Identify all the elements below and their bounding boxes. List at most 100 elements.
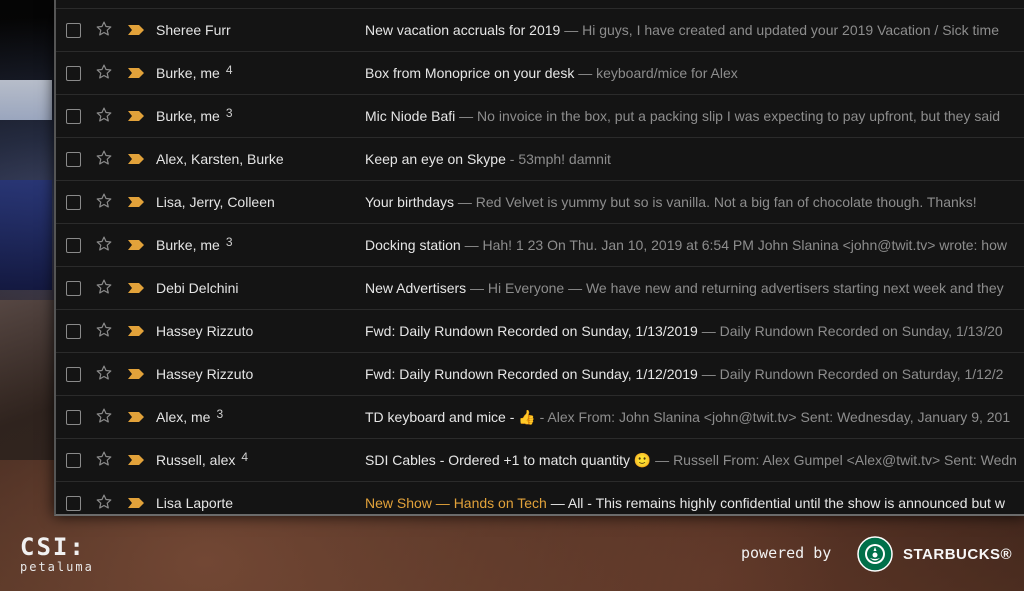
sender-name: Hassey Rizzuto (156, 323, 259, 339)
star-icon[interactable] (95, 407, 113, 425)
email-row[interactable]: Alex, Karsten, Burke Keep an eye on Skype… (56, 138, 1024, 181)
important-marker-icon[interactable] (127, 24, 145, 36)
important-marker-icon[interactable] (127, 110, 145, 122)
email-subject: TD keyboard and mice - 👍 (365, 408, 536, 425)
important-marker-icon[interactable] (127, 368, 145, 380)
email-row[interactable]: Sheree Furr New vacation accruals for 201… (56, 9, 1024, 52)
email-row[interactable]: Hassey Rizzuto Fwd: Daily Rundown Recorde… (56, 310, 1024, 353)
email-snippet: - Alex From: John Slanina <john@twit.tv>… (535, 408, 1011, 425)
email-snippet: — keyboard/mice for Alex (574, 65, 738, 81)
email-preview: Fwd: Daily Rundown Recorded on Sunday, 1… (365, 323, 1024, 339)
important-marker-icon[interactable] (127, 282, 145, 294)
sender-name: Alex, Karsten, Burke (156, 151, 290, 167)
email-preview: New Advertisers — Hi Everyone — We have … (365, 280, 1024, 296)
sender-text: Debi Delchini (156, 280, 239, 296)
email-preview: New vacation accruals for 2019 — Hi guys… (365, 22, 1024, 38)
email-row[interactable]: Burke, me 3 Docking station — Hah! 1 23 On… (56, 224, 1024, 267)
checkbox-icon[interactable] (66, 108, 81, 124)
email-row[interactable]: Alex, me 3 TD keyboard and mice - 👍 - Alex… (56, 396, 1024, 439)
background-desk-blur (0, 300, 60, 460)
email-preview: Fwd: Daily Rundown Recorded on Sunday, 1… (365, 366, 1024, 382)
checkbox-icon[interactable] (66, 151, 81, 167)
sender-name: Burke, me 4 (156, 63, 233, 81)
checkbox-icon[interactable] (66, 366, 81, 382)
email-preview: Box from Monoprice on your desk — keyboa… (365, 65, 1024, 81)
email-snippet: — Hi guys, I have created and updated yo… (560, 22, 999, 38)
star-icon[interactable] (95, 278, 113, 296)
sender-name: Russell, alex 4 (156, 450, 249, 468)
email-snippet: — Russell From: Alex Gumpel <Alex@twit.t… (651, 451, 1017, 468)
email-preview: Keep an eye on Skype - 53mph! damnit (365, 151, 1024, 167)
checkbox-icon[interactable] (66, 452, 81, 468)
csi-subtitle: petaluma (20, 560, 94, 574)
sender-text: Burke, me (156, 237, 220, 253)
csi-petaluma-logo: CSI: petaluma (20, 535, 94, 575)
important-marker-icon[interactable] (127, 454, 145, 466)
email-snippet: — Hi Everyone — We have new and returnin… (466, 280, 1004, 296)
email-subject: SDI Cables - Ordered +1 to match quantit… (365, 451, 652, 468)
email-subject: Fwd: Daily Rundown Recorded on Sunday, 1… (365, 323, 698, 339)
thread-count: 4 (241, 450, 249, 464)
email-row[interactable]: Lisa, Jerry, Colleen Your birthdays — Red… (56, 181, 1024, 224)
sender-name: Burke, me 3 (156, 106, 233, 124)
star-icon[interactable] (95, 450, 113, 468)
email-row[interactable]: Hassey Rizzuto Fwd: Daily Rundown Recorde… (56, 353, 1024, 396)
checkbox-icon[interactable] (66, 194, 81, 210)
star-icon[interactable] (95, 149, 113, 167)
email-subject: Keep an eye on Skype (365, 151, 506, 167)
thread-count: 3 (225, 106, 233, 120)
background-monitor-blur (0, 80, 52, 120)
checkbox-icon[interactable] (66, 323, 81, 339)
starbucks-logo-icon (857, 536, 893, 572)
important-marker-icon[interactable] (127, 67, 145, 79)
important-marker-icon[interactable] (127, 325, 145, 337)
sender-name: Lisa, Jerry, Colleen (156, 194, 281, 210)
important-marker-icon[interactable] (127, 411, 145, 423)
powered-by-text: powered by (741, 544, 832, 562)
email-row[interactable]: Burke, me 4 Box from Monoprice on your des… (56, 52, 1024, 95)
email-snippet: — Daily Rundown Recorded on Saturday, 1/… (697, 366, 1004, 382)
star-icon[interactable] (95, 364, 113, 382)
email-row[interactable]: Burke, me 3 Mic Niode Bafi — No invoice in… (56, 95, 1024, 138)
email-snippet: - 53mph! damnit (505, 151, 611, 167)
sender-text: Alex, Karsten, Burke (156, 151, 284, 167)
sender-text: Burke, me (156, 108, 220, 124)
email-snippet: — All - This remains highly confidential… (546, 495, 1005, 511)
star-icon[interactable] (95, 321, 113, 339)
important-marker-icon[interactable] (127, 239, 145, 251)
star-icon[interactable] (95, 106, 113, 124)
email-row[interactable]: Russell, alex 4 SDI Cables - Ordered +1 to… (56, 439, 1024, 482)
important-marker-icon[interactable] (127, 196, 145, 208)
email-subject: Fwd: Daily Rundown Recorded on Sunday, 1… (365, 366, 698, 382)
email-snippet: — Red Velvet is yummy but so is vanilla.… (453, 194, 977, 210)
checkbox-icon[interactable] (66, 65, 81, 81)
star-icon[interactable] (95, 20, 113, 38)
important-marker-icon[interactable] (127, 497, 145, 509)
checkbox-icon[interactable] (66, 495, 81, 511)
star-icon[interactable] (95, 63, 113, 81)
sender-name: Lisa Laporte (156, 495, 239, 511)
email-subject: Mic Niode Bafi (365, 108, 456, 124)
email-row[interactable]: Debi Delchini New Advertisers — Hi Everyo… (56, 267, 1024, 310)
sender-text: Russell, alex (156, 452, 236, 468)
star-icon[interactable] (95, 493, 113, 511)
thread-count: 3 (225, 235, 233, 249)
star-icon[interactable] (95, 235, 113, 253)
checkbox-icon[interactable] (66, 22, 81, 38)
email-snippet: — No invoice in the box, put a packing s… (455, 108, 1001, 124)
sender-text: Alex, me (156, 409, 211, 425)
checkbox-icon[interactable] (66, 280, 81, 296)
starbucks-wordmark: STARBUCKS® (903, 546, 1013, 563)
email-snippet: — Daily Rundown Recorded on Sunday, 1/13… (697, 323, 1003, 339)
email-preview: Your birthdays — Red Velvet is yummy but… (365, 194, 1024, 210)
sender-text: Sheree Furr (156, 22, 231, 38)
checkbox-icon[interactable] (66, 237, 81, 253)
email-preview: Docking station — Hah! 1 23 On Thu. Jan … (365, 237, 1024, 253)
sender-text: Lisa Laporte (156, 495, 234, 511)
checkbox-icon[interactable] (66, 409, 81, 425)
important-marker-icon[interactable] (127, 153, 145, 165)
email-inbox-list: Sheree Furr New vacation accruals for 201… (54, 0, 1024, 516)
email-row[interactable]: Lisa Laporte New Show — Hands on Tech — A… (56, 482, 1024, 514)
star-icon[interactable] (95, 192, 113, 210)
email-preview: Mic Niode Bafi — No invoice in the box, … (365, 108, 1024, 124)
